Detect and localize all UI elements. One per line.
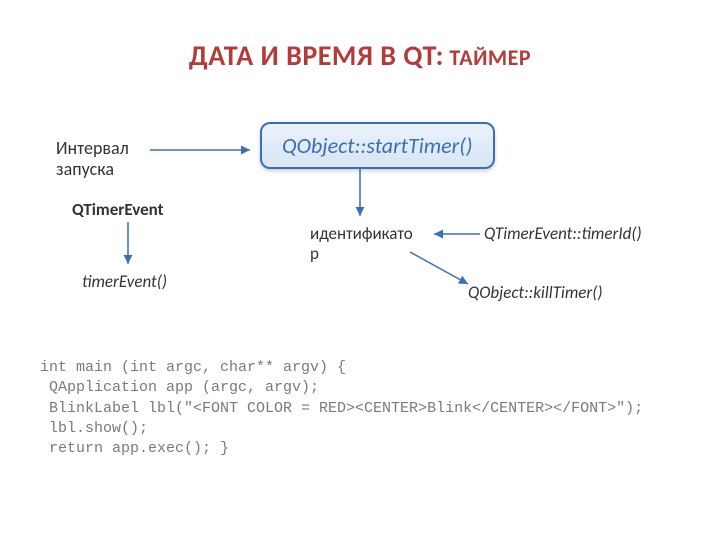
arrow-id-to-kill (408, 250, 478, 290)
label-timerid-fn: QTimerEvent::timerId() (484, 224, 642, 244)
label-interval: Интервал запуска (56, 138, 129, 179)
arrow-timerid-to-id (430, 226, 486, 242)
slide-title: ДАТА И ВРЕМЯ В QT: ТАЙМЕР (0, 38, 720, 73)
arrow-start-to-id (350, 168, 370, 224)
label-identifier: идентификато р (310, 224, 413, 263)
title-main: ДАТА И ВРЕМЯ В QT: (189, 38, 444, 73)
box-starttimer: QObject::startTimer() (260, 122, 495, 169)
code-block: int main (int argc, char** argv) { QAppl… (40, 358, 643, 459)
arrow-interval-to-start (150, 140, 260, 160)
label-qtimerevent: QTimerEvent (72, 200, 164, 220)
label-killtimer-fn: QObject::killTimer() (468, 283, 603, 303)
arrow-event-to-fn (118, 222, 138, 272)
label-timerevent-fn: timerEvent() (82, 272, 167, 292)
starttimer-text: QObject::startTimer() (282, 132, 473, 159)
title-sub: ТАЙМЕР (444, 44, 531, 71)
